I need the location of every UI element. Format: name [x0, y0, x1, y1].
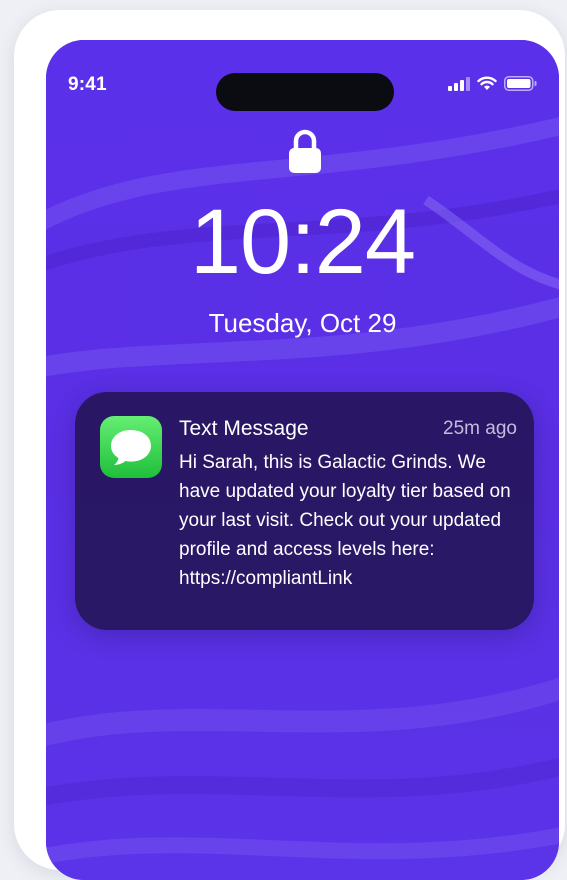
status-bar-time: 9:41: [68, 74, 107, 95]
notification-body: Hi Sarah, this is Galactic Grinds. We ha…: [179, 452, 511, 589]
lock-screen-clock: 10:24: [189, 191, 416, 293]
wifi-icon: [477, 76, 497, 90]
battery-icon: [504, 76, 537, 91]
dynamic-island: [216, 73, 394, 111]
lock-screen-date: Tuesday, Oct 29: [208, 308, 397, 338]
lock-icon: [289, 129, 321, 173]
notification-timestamp: 25m ago: [443, 418, 517, 439]
messages-app-icon: [100, 416, 162, 478]
cellular-signal-icon: [448, 76, 470, 91]
message-notification[interactable]: Text Message 25m ago Hi Sarah, this is G…: [75, 392, 534, 630]
phone-frame: 9:41 10:24 Tuesday, Oct 29 Text Message …: [14, 10, 565, 880]
speech-bubble-icon: [111, 430, 151, 465]
lock-screen: 9:41 10:24 Tuesday, Oct 29 Text Message …: [46, 40, 559, 880]
status-icons: [448, 76, 537, 91]
notification-title: Text Message: [179, 417, 309, 440]
